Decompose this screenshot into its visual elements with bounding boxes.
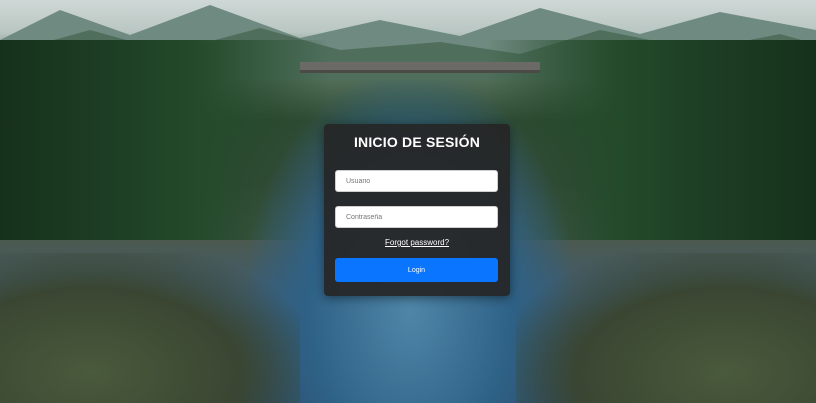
login-card: INICIO DE SESIÓN Forgot password? Login <box>324 124 510 296</box>
river-bank-right <box>516 253 816 403</box>
river-bank-left <box>0 253 300 403</box>
login-title: INICIO DE SESIÓN <box>353 134 481 150</box>
username-input[interactable] <box>335 170 498 192</box>
password-input[interactable] <box>335 206 498 228</box>
login-button[interactable]: Login <box>335 258 498 282</box>
bridge <box>300 62 540 73</box>
forgot-password-link[interactable]: Forgot password? <box>324 238 510 247</box>
